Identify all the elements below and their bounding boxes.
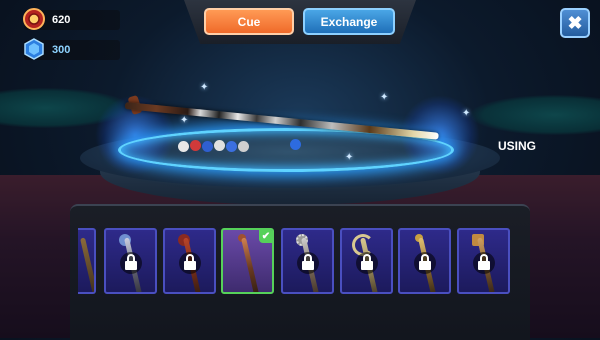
tab-exchange[interactable]: Exchange <box>303 8 395 35</box>
using-label: USING <box>498 139 537 153</box>
sparkle-icon: ✦ <box>200 82 209 93</box>
ball <box>190 140 201 151</box>
background-pool-table <box>470 95 600 135</box>
sparkle-icon: ✦ <box>345 152 354 163</box>
lock-icon <box>120 252 142 274</box>
ball <box>202 141 213 152</box>
coin-balance: 620 <box>23 8 120 30</box>
ball <box>226 141 237 152</box>
cue-slot[interactable] <box>398 228 451 294</box>
cue-slot[interactable] <box>163 228 216 294</box>
gem-balance: 300 <box>24 38 120 60</box>
lock-icon <box>179 252 201 274</box>
lock-icon <box>414 252 436 274</box>
cue-slot[interactable] <box>104 228 157 294</box>
coin-icon <box>23 8 45 30</box>
close-icon: ✖ <box>567 12 583 33</box>
sparkle-icon: ✦ <box>180 115 189 126</box>
tab-cue[interactable]: Cue <box>204 8 294 35</box>
gem-amount: 300 <box>52 44 71 56</box>
cue-slot[interactable] <box>340 228 393 294</box>
lock-icon <box>297 252 319 274</box>
cue-thumbnail <box>80 237 94 292</box>
sparkle-icon: ✦ <box>462 108 471 119</box>
cue-slot[interactable] <box>457 228 510 294</box>
check-icon: ✔ <box>259 230 272 243</box>
gem-icon <box>24 38 44 60</box>
ball <box>214 140 225 151</box>
close-button[interactable]: ✖ <box>560 8 590 38</box>
cue-thumbnail <box>241 237 260 292</box>
cue-slot[interactable] <box>281 228 334 294</box>
sparkle-icon: ✦ <box>380 92 389 103</box>
ball <box>290 139 301 150</box>
lock-icon <box>473 252 495 274</box>
ball <box>178 141 189 152</box>
ball <box>238 141 249 152</box>
cue-slot[interactable] <box>78 228 96 294</box>
cue-slot-selected[interactable]: ✔ <box>221 228 274 294</box>
lock-icon <box>356 252 378 274</box>
coin-amount: 620 <box>52 14 71 26</box>
